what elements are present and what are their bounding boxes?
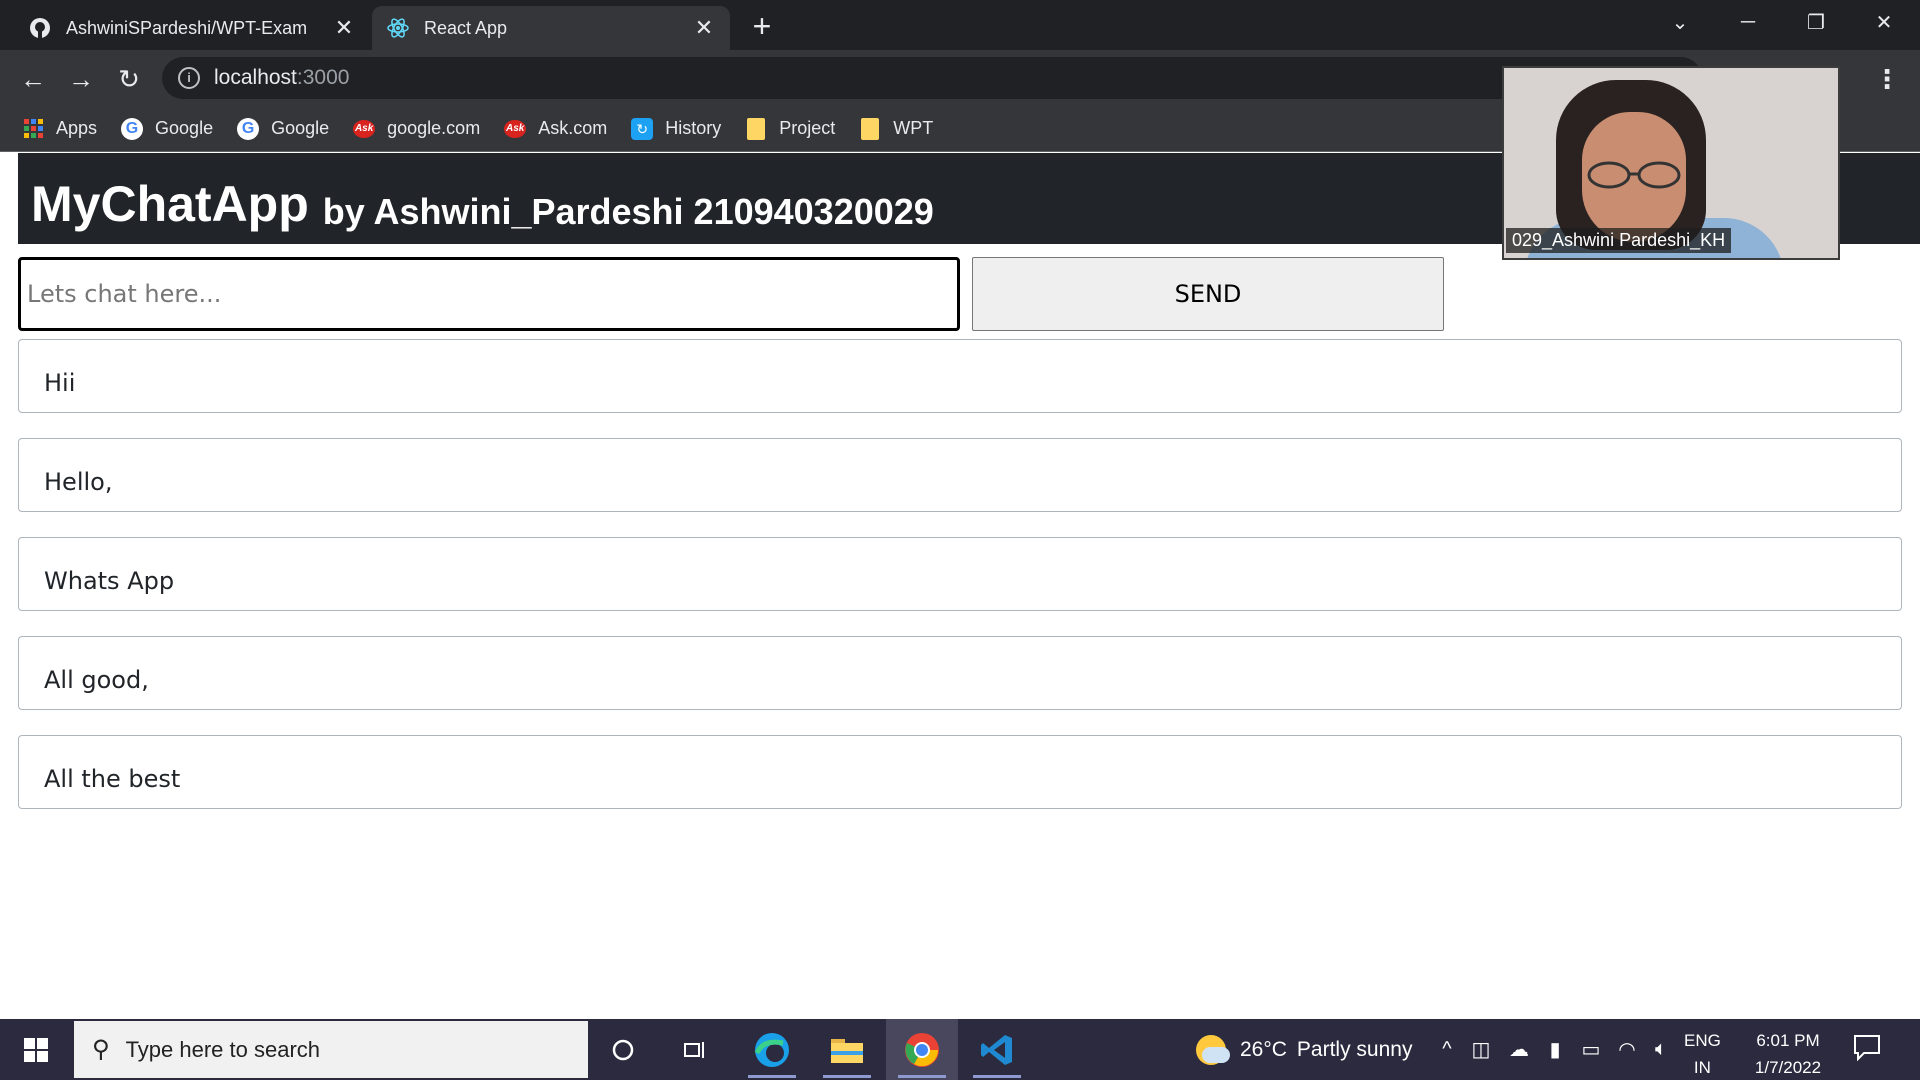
lang-bottom: IN [1693,1058,1711,1077]
restore-icon[interactable]: ❐ [1786,0,1846,44]
lang-top: ENG [1684,1031,1721,1050]
url-host: localhost [214,66,297,89]
message-list: Hii Hello, Whats App All good, All the b… [18,339,1902,834]
bookmark-project[interactable]: Project [745,117,836,140]
clock-time: 6:01 PM [1756,1031,1820,1050]
cortana-icon[interactable] [587,1019,659,1080]
clock[interactable]: 6:01 PM 1/7/2022 [1746,1027,1830,1081]
ask-icon: Ask [353,118,376,140]
onedrive-icon[interactable]: ☁ [1502,1019,1536,1080]
apps-grid-icon [22,118,44,140]
tab-react-app[interactable]: React App ✕ [372,6,730,50]
google-icon: G [237,117,260,140]
address-bar[interactable]: i localhost:3000 [162,57,1702,99]
back-arrow-icon[interactable]: ← [16,62,50,96]
react-icon [386,16,410,40]
bookmark-google-com[interactable]: Ask google.com [353,118,480,140]
chrome-icon[interactable] [886,1019,958,1080]
microphone-icon[interactable]: ▮ [1540,1019,1570,1080]
forward-arrow-icon[interactable]: → [64,62,98,96]
tab-github[interactable]: AshwiniSPardeshi/WPT-Exam ✕ [14,6,370,50]
close-window-icon[interactable]: ✕ [1854,0,1914,44]
site-info-icon[interactable]: i [178,67,200,89]
bookmark-label: History [665,118,722,138]
close-tab-icon[interactable]: ✕ [692,15,716,41]
browser-tab-bar: AshwiniSPardeshi/WPT-Exam ✕ React App ✕ … [0,0,1920,50]
edge-icon[interactable] [736,1019,808,1080]
bookmark-wpt[interactable]: WPT [859,117,934,140]
folder-icon [859,117,881,140]
app-subtitle: by Ashwini_Pardeshi 210940320029 [322,191,934,232]
reload-icon[interactable]: ↻ [112,62,146,96]
taskbar-search[interactable]: ⚲ Type here to search [74,1021,588,1078]
ask-icon: Ask [504,118,527,140]
bookmark-label: Google [271,118,330,138]
close-tab-icon[interactable]: ✕ [332,15,356,41]
github-icon [28,16,52,40]
glasses-graphic [1587,161,1681,189]
search-placeholder: Type here to search [125,1036,321,1062]
clock-date: 1/7/2022 [1754,1058,1822,1077]
chevron-up-icon[interactable]: ^ [1432,1019,1462,1080]
tab-search-chevron-icon[interactable]: ⌄ [1650,0,1710,44]
bookmark-label: Google [155,118,214,138]
bookmark-label: google.com [387,118,481,138]
browser-menu-icon[interactable]: ⋮ [1870,64,1904,98]
send-button[interactable]: SEND [972,257,1444,331]
language-indicator[interactable]: ENG IN [1684,1027,1721,1081]
start-button[interactable] [0,1019,72,1080]
tab-title: AshwiniSPardeshi/WPT-Exam [66,17,308,38]
url-port: :3000 [296,66,350,89]
google-icon: G [121,117,144,140]
tab-title: React App [424,17,508,38]
app-brand: MyChatApp [31,176,309,232]
weather-widget[interactable]: 26°C Partly sunny [1196,1019,1412,1080]
file-explorer-icon[interactable] [811,1019,883,1080]
message-item: Hello, [18,438,1902,512]
history-icon: ↻ [631,117,654,140]
battery-icon[interactable]: ▭ [1574,1019,1608,1080]
bookmark-label: Project [779,118,836,138]
bookmark-ask-com[interactable]: Ask Ask.com [504,118,607,140]
weather-condition: Partly sunny [1296,1037,1413,1061]
participant-name: 029_Ashwini Pardeshi_KH [1506,228,1732,253]
new-tab-button[interactable]: + [742,10,782,42]
bookmark-label: Apps [56,118,98,138]
message-item: All the best [18,735,1902,809]
volume-icon[interactable]: 🔈︎ [1646,1019,1676,1080]
meet-now-icon[interactable]: ◫ [1466,1019,1496,1080]
vscode-icon[interactable] [961,1019,1033,1080]
minimize-icon[interactable]: ─ [1718,0,1778,44]
video-call-overlay[interactable]: 029_Ashwini Pardeshi_KH [1502,66,1840,260]
task-view-icon[interactable] [659,1019,731,1080]
bookmark-google-1[interactable]: G Google [121,117,214,140]
message-item: Hii [18,339,1902,413]
search-icon: ⚲ [92,1036,110,1063]
chat-input[interactable] [18,257,960,331]
bookmark-label: Ask.com [538,118,608,138]
bookmark-google-2[interactable]: G Google [237,117,330,140]
web-page: MyChatApp by Ashwini_Pardeshi 2109403200… [0,153,1920,1019]
taskbar: ⚲ Type here to search 26°C Partly sunny … [0,1019,1920,1080]
weather-temp: 26°C [1240,1037,1287,1061]
bookmark-label: WPT [893,118,934,138]
message-item: All good, [18,636,1902,710]
partly-sunny-icon [1196,1034,1230,1065]
bookmark-history[interactable]: ↻ History [631,117,722,140]
wifi-icon[interactable]: ◠ [1612,1019,1642,1080]
notification-icon[interactable] [1852,1033,1886,1065]
windows-logo-icon [24,1037,48,1062]
bookmark-apps[interactable]: Apps [22,118,97,140]
message-item: Whats App [18,537,1902,611]
folder-icon [745,117,767,140]
